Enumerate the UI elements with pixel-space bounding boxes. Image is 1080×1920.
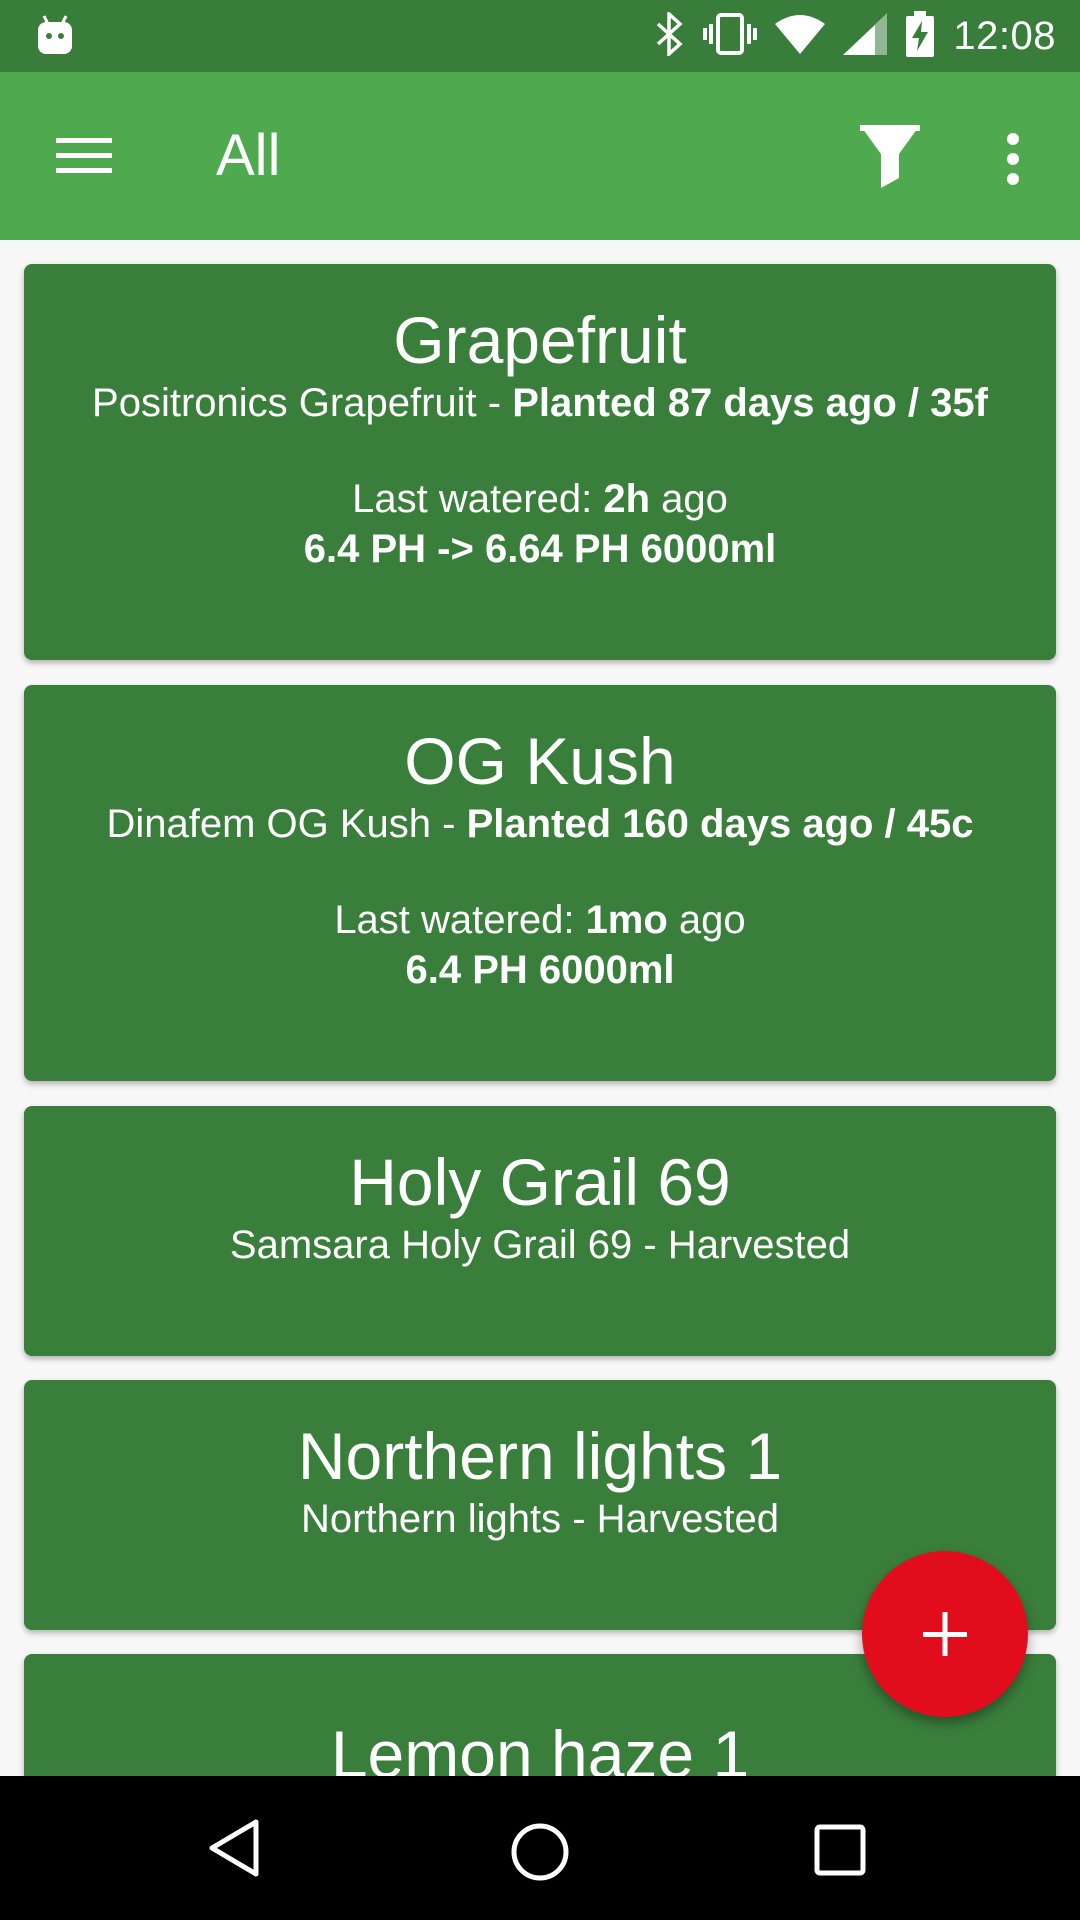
- plant-name: Lemon haze 1: [330, 1717, 750, 1776]
- system-nav-bar: [0, 1776, 1080, 1920]
- recents-icon[interactable]: [812, 1822, 868, 1883]
- watered-suffix: ago: [650, 477, 728, 521]
- page-title: All: [216, 123, 281, 188]
- plant-strain-line: Positronics Grapefruit - Planted 87 days…: [24, 378, 1056, 428]
- plant-name: OG Kush: [404, 724, 676, 798]
- status-time: 12:08: [953, 13, 1056, 58]
- add-plant-button[interactable]: [862, 1551, 1028, 1717]
- status-icons: 12:08: [655, 0, 1056, 72]
- plant-ph: 6.4 PH -> 6.64 PH 6000ml: [303, 527, 777, 571]
- add-icon: [862, 1612, 1028, 1721]
- home-icon[interactable]: [506, 1818, 574, 1891]
- filter-icon[interactable]: [855, 120, 925, 196]
- watered-value: 1mo: [585, 898, 668, 942]
- separator: -: [431, 802, 467, 846]
- plant-list: Grapefruit Positronics Grapefruit - Plan…: [0, 240, 1080, 1776]
- plant-planted: Planted 160 days ago / 45c: [466, 802, 974, 846]
- plant-name: Grapefruit: [393, 303, 687, 377]
- android-notification-icon: [36, 14, 74, 61]
- plant-planted: Planted 87 days ago / 35f: [512, 381, 988, 425]
- plant-card-holy-grail[interactable]: Holy Grail 69 Samsara Holy Grail 69 - Ha…: [24, 1106, 1056, 1356]
- plant-card-og-kush[interactable]: OG Kush Dinafem OG Kush - Planted 160 da…: [24, 685, 1056, 1081]
- plant-strain-line: Dinafem OG Kush - Planted 160 days ago /…: [24, 799, 1056, 849]
- watered-label: Last watered:: [334, 898, 586, 942]
- watered-value: 2h: [603, 477, 651, 521]
- plant-watered-line: Last watered: 1mo ago: [24, 895, 1056, 945]
- plant-strain: Positronics Grapefruit: [92, 381, 477, 425]
- bluetooth-icon: [655, 9, 685, 61]
- plant-status: Northern lights - Harvested: [301, 1497, 779, 1541]
- signal-icon: [843, 12, 888, 60]
- plant-watered-line: Last watered: 2h ago: [24, 474, 1056, 524]
- watered-label: Last watered:: [352, 477, 604, 521]
- status-bar: 12:08: [0, 0, 1080, 72]
- watered-suffix: ago: [667, 898, 746, 942]
- more-vert-icon[interactable]: [990, 124, 1036, 194]
- plant-name: Holy Grail 69: [349, 1145, 731, 1219]
- plant-name: Northern lights 1: [297, 1419, 783, 1493]
- battery-charging-icon: [905, 10, 935, 62]
- plant-ph: 6.4 PH 6000ml: [405, 948, 675, 992]
- vibrate-icon: [703, 12, 758, 61]
- plant-card-grapefruit[interactable]: Grapefruit Positronics Grapefruit - Plan…: [24, 264, 1056, 660]
- wifi-icon: [775, 14, 826, 59]
- plant-status: Samsara Holy Grail 69 - Harvested: [229, 1223, 851, 1267]
- app-toolbar: All: [0, 72, 1080, 240]
- separator: -: [476, 381, 513, 425]
- back-icon[interactable]: [204, 1816, 264, 1885]
- menu-icon[interactable]: [40, 124, 130, 188]
- plant-strain: Dinafem OG Kush: [106, 802, 432, 846]
